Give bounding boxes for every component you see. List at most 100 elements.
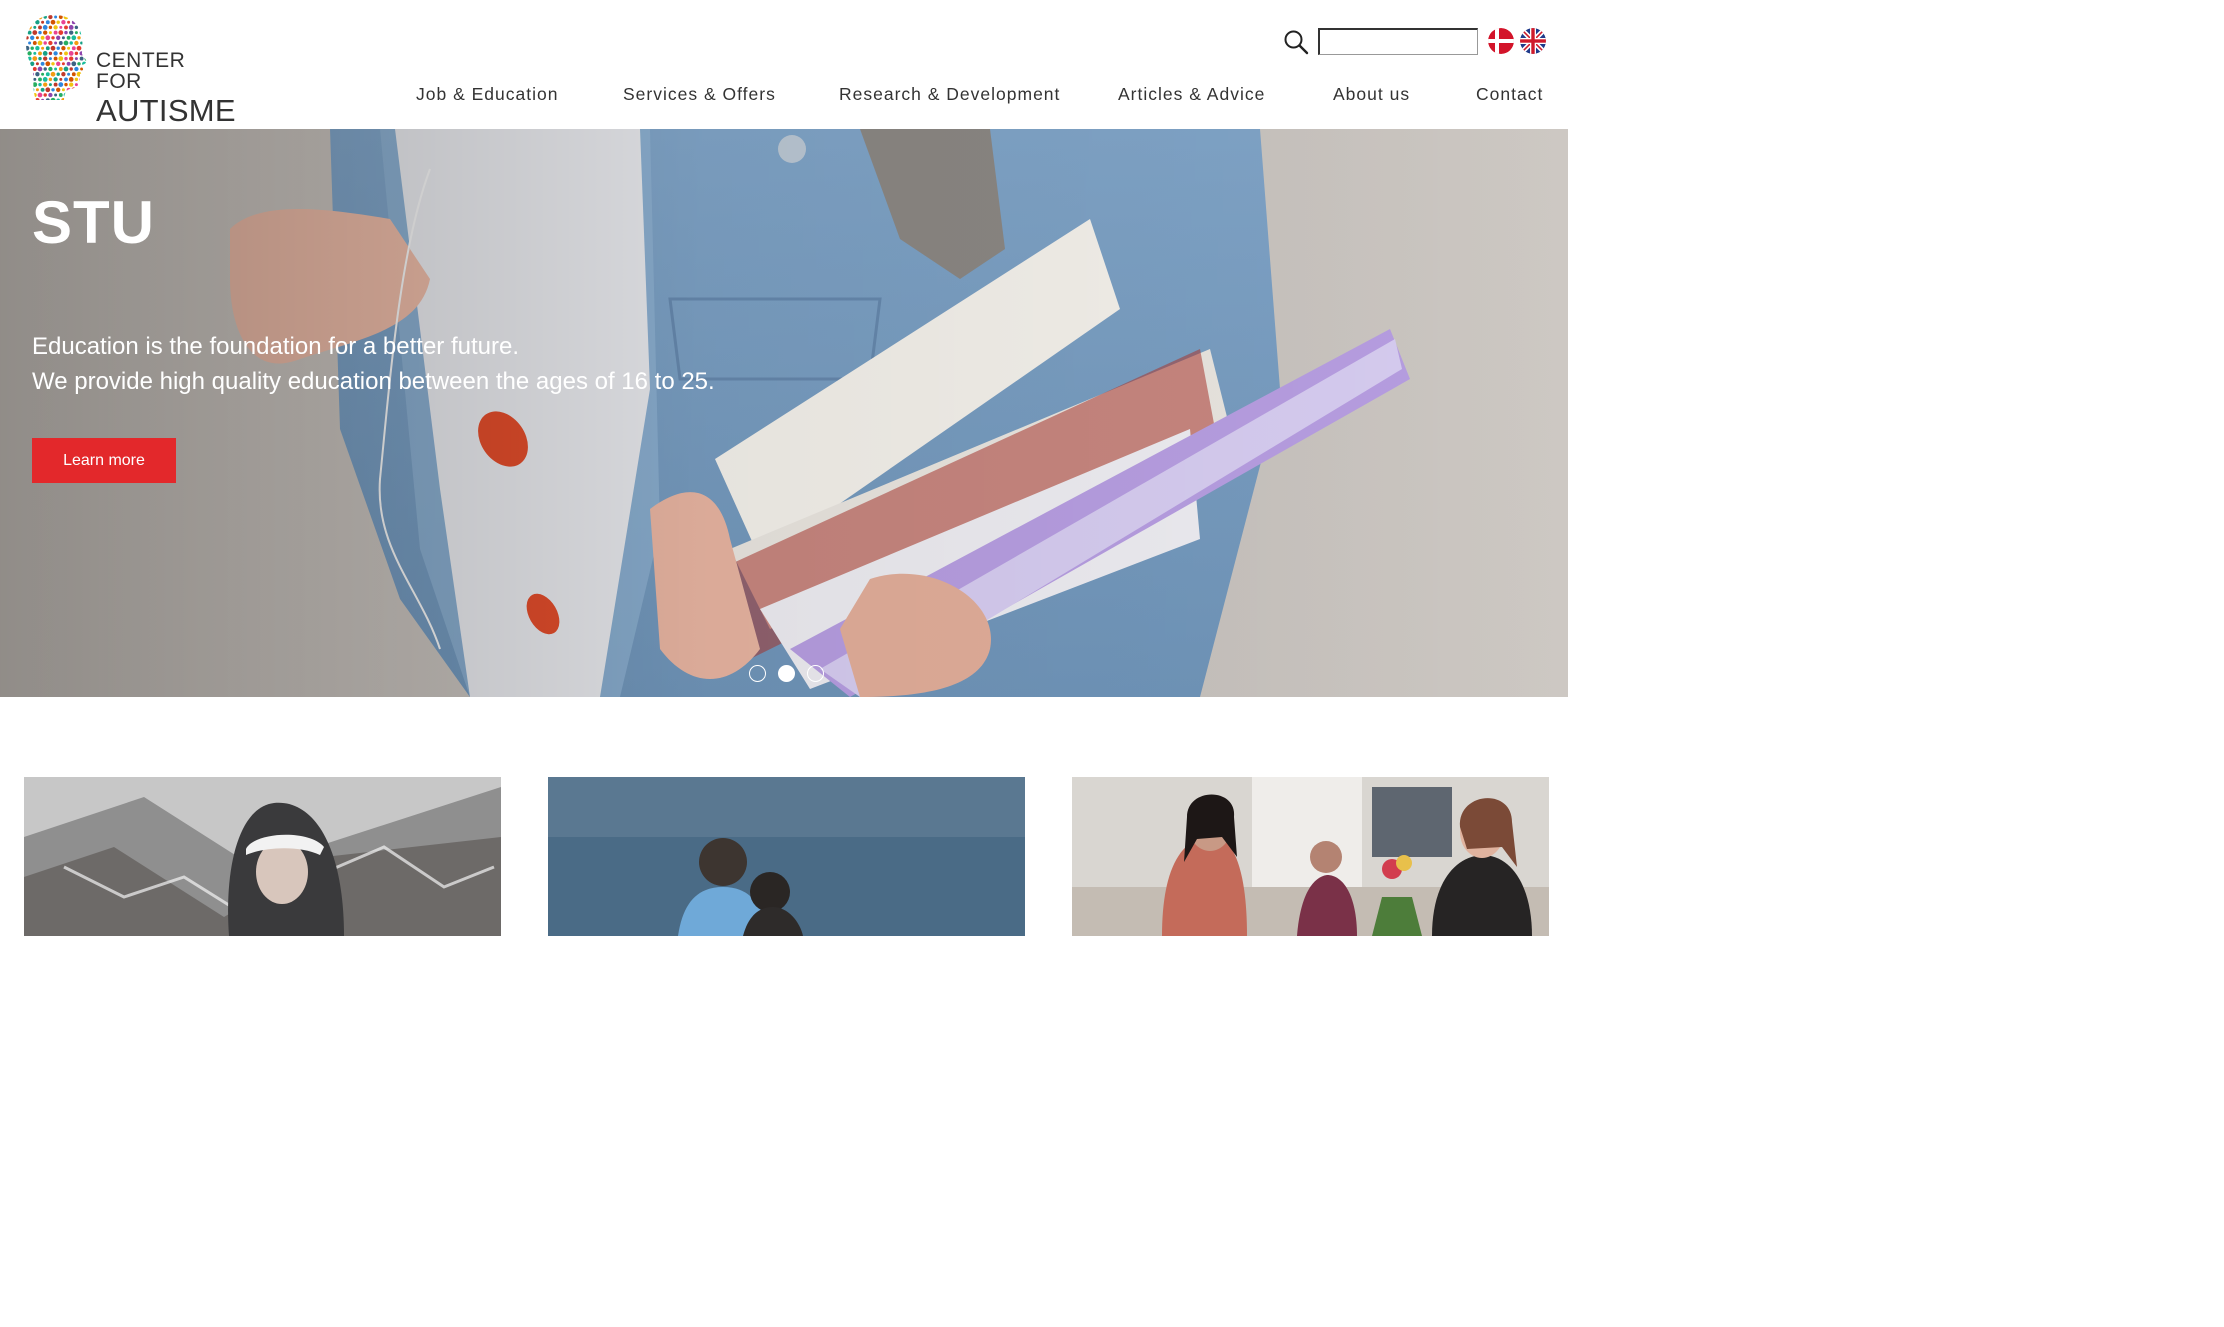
logo-mosaic-dot bbox=[35, 62, 39, 66]
card-image-couple-by-sea bbox=[548, 777, 1025, 936]
logo-mosaic-dot bbox=[40, 35, 45, 40]
logo-mosaic-dot bbox=[68, 25, 74, 30]
search-icon[interactable] bbox=[1283, 29, 1309, 55]
logo-mosaic-dot bbox=[84, 41, 87, 45]
logo-mosaic-dot bbox=[26, 45, 30, 51]
logo-mosaic-dot bbox=[61, 20, 66, 25]
logo-mosaic-dot bbox=[54, 15, 58, 19]
logo-mosaic-dot bbox=[26, 71, 30, 77]
slider-dot-2[interactable] bbox=[778, 665, 795, 682]
logo-mosaic-dot bbox=[32, 15, 37, 19]
uk-flag-icon[interactable] bbox=[1520, 28, 1546, 54]
logo-mosaic-dot bbox=[42, 25, 48, 30]
logo-mosaic-dot bbox=[43, 41, 47, 45]
logo-mosaic-dot bbox=[48, 40, 53, 46]
logo-mosaic-dot bbox=[77, 62, 81, 66]
search-input[interactable] bbox=[1318, 28, 1478, 55]
logo-mosaic-dot bbox=[80, 15, 84, 19]
logo-mosaic-dot bbox=[84, 30, 87, 35]
logo-mosaic-dot bbox=[84, 67, 87, 71]
learn-more-button[interactable]: Learn more bbox=[32, 438, 176, 483]
logo-mosaic-dot bbox=[58, 56, 64, 61]
danish-flag-icon[interactable] bbox=[1488, 28, 1514, 54]
logo-mosaic-dot bbox=[82, 72, 86, 76]
page: CENTER FOR AUTISME Job & Education Servi… bbox=[0, 0, 1568, 936]
logo-mosaic-dot bbox=[54, 41, 58, 45]
logo-mosaic-dot bbox=[82, 20, 86, 24]
logo-mosaic-dot bbox=[80, 67, 84, 71]
logo-mosaic-dot bbox=[76, 45, 82, 51]
logo-mosaic-dot bbox=[56, 61, 61, 66]
logo-mosaic-dot bbox=[26, 62, 29, 66]
logo-mosaic-dot bbox=[28, 41, 32, 45]
logo-mosaic-dot bbox=[30, 35, 35, 40]
logo-mosaic-dot bbox=[84, 56, 87, 61]
logo-mosaic-dot bbox=[37, 40, 43, 46]
main-navigation: Job & Education Services & Offers Resear… bbox=[0, 84, 1568, 108]
nav-item-contact[interactable]: Contact bbox=[1476, 84, 1543, 105]
logo-mosaic-dot bbox=[53, 77, 58, 82]
logo-mosaic-dot bbox=[59, 25, 63, 29]
feature-card-1[interactable] bbox=[24, 777, 501, 936]
logo-mosaic-dot bbox=[35, 72, 40, 77]
hero-background-image bbox=[0, 129, 1568, 697]
logo-mosaic-dot bbox=[27, 77, 32, 82]
logo-mosaic-dot bbox=[61, 36, 65, 40]
logo-mosaic-dot bbox=[76, 19, 82, 25]
logo-mosaic-dot bbox=[58, 15, 63, 19]
logo-mosaic-dot bbox=[58, 41, 63, 45]
logo-mosaic-dot bbox=[45, 46, 50, 51]
slider-dot-1[interactable] bbox=[749, 665, 766, 682]
logo-mosaic-dot bbox=[79, 51, 84, 56]
logo-mosaic-dot bbox=[69, 30, 74, 35]
logo-mosaic-dot bbox=[63, 40, 69, 46]
logo-mosaic-dot bbox=[85, 77, 87, 81]
logo-mosaic-dot bbox=[33, 25, 37, 29]
logo-mosaic-dot bbox=[27, 56, 32, 61]
logo-mosaic-dot bbox=[48, 31, 52, 35]
logo-mosaic-dot bbox=[56, 72, 60, 76]
logo-mosaic-dot bbox=[35, 36, 39, 40]
logo-mosaic-dot bbox=[48, 57, 52, 61]
logo-mosaic-dot bbox=[27, 25, 32, 30]
logo-mosaic-dot bbox=[79, 30, 84, 35]
logo-mosaic-dot bbox=[28, 15, 32, 19]
logo-mosaic-dot bbox=[32, 41, 37, 45]
logo-mosaic-dot bbox=[43, 30, 48, 35]
feature-card-2[interactable] bbox=[548, 777, 1025, 936]
logo-mosaic-dot bbox=[33, 77, 37, 81]
logo-mosaic-dot bbox=[63, 15, 69, 20]
logo-mosaic-dot bbox=[76, 71, 82, 77]
logo-mosaic-dot bbox=[64, 30, 68, 35]
feature-card-3[interactable] bbox=[1072, 777, 1549, 936]
logo-mosaic-dot bbox=[79, 77, 84, 82]
logo-mosaic-dot bbox=[74, 66, 79, 72]
logo-mosaic-dot bbox=[59, 77, 63, 81]
logo-mosaic-dot bbox=[77, 36, 81, 40]
logo-mosaic-dot bbox=[38, 30, 42, 35]
logo-mosaic-dot bbox=[63, 66, 69, 72]
nav-item-about-us[interactable]: About us bbox=[1333, 84, 1410, 105]
nav-item-articles-advice[interactable]: Articles & Advice bbox=[1118, 84, 1265, 105]
card-image-hooded-teen bbox=[24, 777, 501, 936]
logo-mosaic-dot bbox=[58, 67, 63, 71]
logo-mosaic-dot bbox=[61, 72, 66, 77]
logo-mosaic-dot bbox=[48, 51, 53, 56]
logo-mosaic-dot bbox=[71, 72, 76, 77]
slider-dot-3[interactable] bbox=[807, 665, 824, 682]
logo-mosaic-dot bbox=[82, 46, 86, 50]
nav-item-job-education[interactable]: Job & Education bbox=[416, 84, 558, 105]
logo-mosaic-dot bbox=[38, 25, 42, 30]
nav-item-services-offers[interactable]: Services & Offers bbox=[623, 84, 776, 105]
logo-mosaic-dot bbox=[79, 25, 84, 30]
logo-mosaic-dot bbox=[69, 56, 74, 61]
nav-item-research-development[interactable]: Research & Development bbox=[839, 84, 1060, 105]
logo-mosaic-dot bbox=[69, 15, 73, 19]
logo-mosaic-dot bbox=[69, 41, 73, 45]
logo-mosaic-dot bbox=[28, 67, 32, 71]
logo-mosaic-dot bbox=[59, 51, 63, 55]
logo-mosaic-dot bbox=[85, 51, 87, 55]
logo-mosaic-dot bbox=[26, 19, 30, 25]
logo-mosaic-dot bbox=[50, 71, 56, 77]
logo-mosaic-dot bbox=[85, 25, 87, 29]
